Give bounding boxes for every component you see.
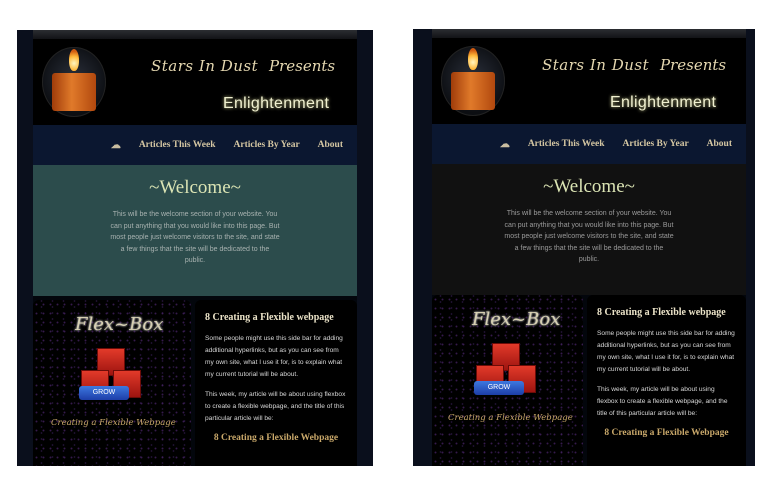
candle-icon: [42, 47, 106, 117]
page-content: Stars In Dust Presents Enlightenment ☁ A…: [432, 29, 746, 466]
welcome-title: ~Welcome~: [543, 176, 635, 197]
article-section: 8 Creating a Flexible webpage Some peopl…: [587, 295, 746, 466]
top-bar: [432, 29, 746, 38]
site-subtitle: Enlightenment: [610, 94, 717, 111]
sidebar-image: Flex~Box GROW Creating a Flexible Webpag…: [432, 295, 583, 466]
article-link[interactable]: 8 Creating a Flexible Webpage: [205, 433, 347, 443]
logo-line2: Presents: [660, 56, 727, 74]
cloud-home-icon[interactable]: ☁: [500, 139, 510, 150]
logo-line2: Presents: [269, 57, 336, 75]
nav-about[interactable]: About: [318, 140, 343, 150]
article-paragraph-2: This week, my article will be about usin…: [205, 391, 346, 422]
grow-button[interactable]: GROW: [79, 386, 129, 400]
nav-bar: ☁ Articles This Week Articles By Year Ab…: [432, 124, 746, 164]
nav-bar: ☁ Articles This Week Articles By Year Ab…: [33, 125, 357, 165]
site-logo[interactable]: Stars In Dust Presents: [542, 48, 726, 88]
content-row: Flex~Box GROW Creating a Flexible Webpag…: [33, 300, 357, 466]
sidebar-image: Flex~Box GROW Creating a Flexible Webpag…: [33, 300, 191, 466]
flexbox-logo: Flex~Box: [75, 314, 164, 335]
article-paragraph-1: Some people might use this side bar for …: [597, 330, 735, 373]
content-row: Flex~Box GROW Creating a Flexible Webpag…: [432, 295, 746, 466]
candle-body: [451, 72, 495, 110]
nav-articles-this-week[interactable]: Articles This Week: [139, 140, 216, 150]
welcome-section: ~Welcome~ This will be the welcome secti…: [33, 165, 357, 296]
flame: [69, 49, 79, 71]
site-subtitle: Enlightenment: [223, 95, 330, 112]
welcome-title: ~Welcome~: [149, 177, 241, 198]
logo-line1: Stars In Dust: [542, 56, 650, 74]
article-heading: 8 Creating a Flexible webpage: [205, 312, 334, 323]
article-paragraph-1: Some people might use this side bar for …: [205, 335, 343, 378]
welcome-text: This will be the welcome section of your…: [110, 211, 280, 264]
flame: [468, 48, 478, 70]
top-bar: [33, 30, 357, 39]
nav-articles-by-year[interactable]: Articles By Year: [623, 139, 689, 149]
article-heading: 8 Creating a Flexible webpage: [597, 307, 726, 318]
logo-line1: Stars In Dust: [151, 57, 259, 75]
sidebar-caption: Creating a Flexible Webpage: [51, 418, 176, 428]
nav-articles-by-year[interactable]: Articles By Year: [234, 140, 300, 150]
site-header: Stars In Dust Presents Enlightenment: [33, 39, 357, 125]
candle-icon: [441, 46, 505, 116]
nav-about[interactable]: About: [707, 139, 732, 149]
sidebar-caption: Creating a Flexible Webpage: [448, 413, 573, 423]
welcome-section: ~Welcome~ This will be the welcome secti…: [432, 164, 746, 295]
article-link[interactable]: 8 Creating a Flexible Webpage: [597, 428, 736, 438]
site-logo[interactable]: Stars In Dust Presents: [151, 49, 335, 89]
article-paragraph-2: This week, my article will be about usin…: [597, 386, 728, 417]
cloud-home-icon[interactable]: ☁: [111, 140, 121, 151]
flexbox-logo: Flex~Box: [472, 309, 561, 330]
grow-button[interactable]: GROW: [474, 381, 524, 395]
page-content: Stars In Dust Presents Enlightenment ☁ A…: [33, 30, 357, 466]
site-header: Stars In Dust Presents Enlightenment: [432, 38, 746, 124]
left-page-preview: Stars In Dust Presents Enlightenment ☁ A…: [17, 30, 373, 466]
welcome-text: This will be the welcome section of your…: [504, 210, 674, 263]
nav-articles-this-week[interactable]: Articles This Week: [528, 139, 605, 149]
article-section: 8 Creating a Flexible webpage Some peopl…: [195, 300, 357, 466]
right-page-preview: Stars In Dust Presents Enlightenment ☁ A…: [413, 29, 755, 466]
candle-body: [52, 73, 96, 111]
